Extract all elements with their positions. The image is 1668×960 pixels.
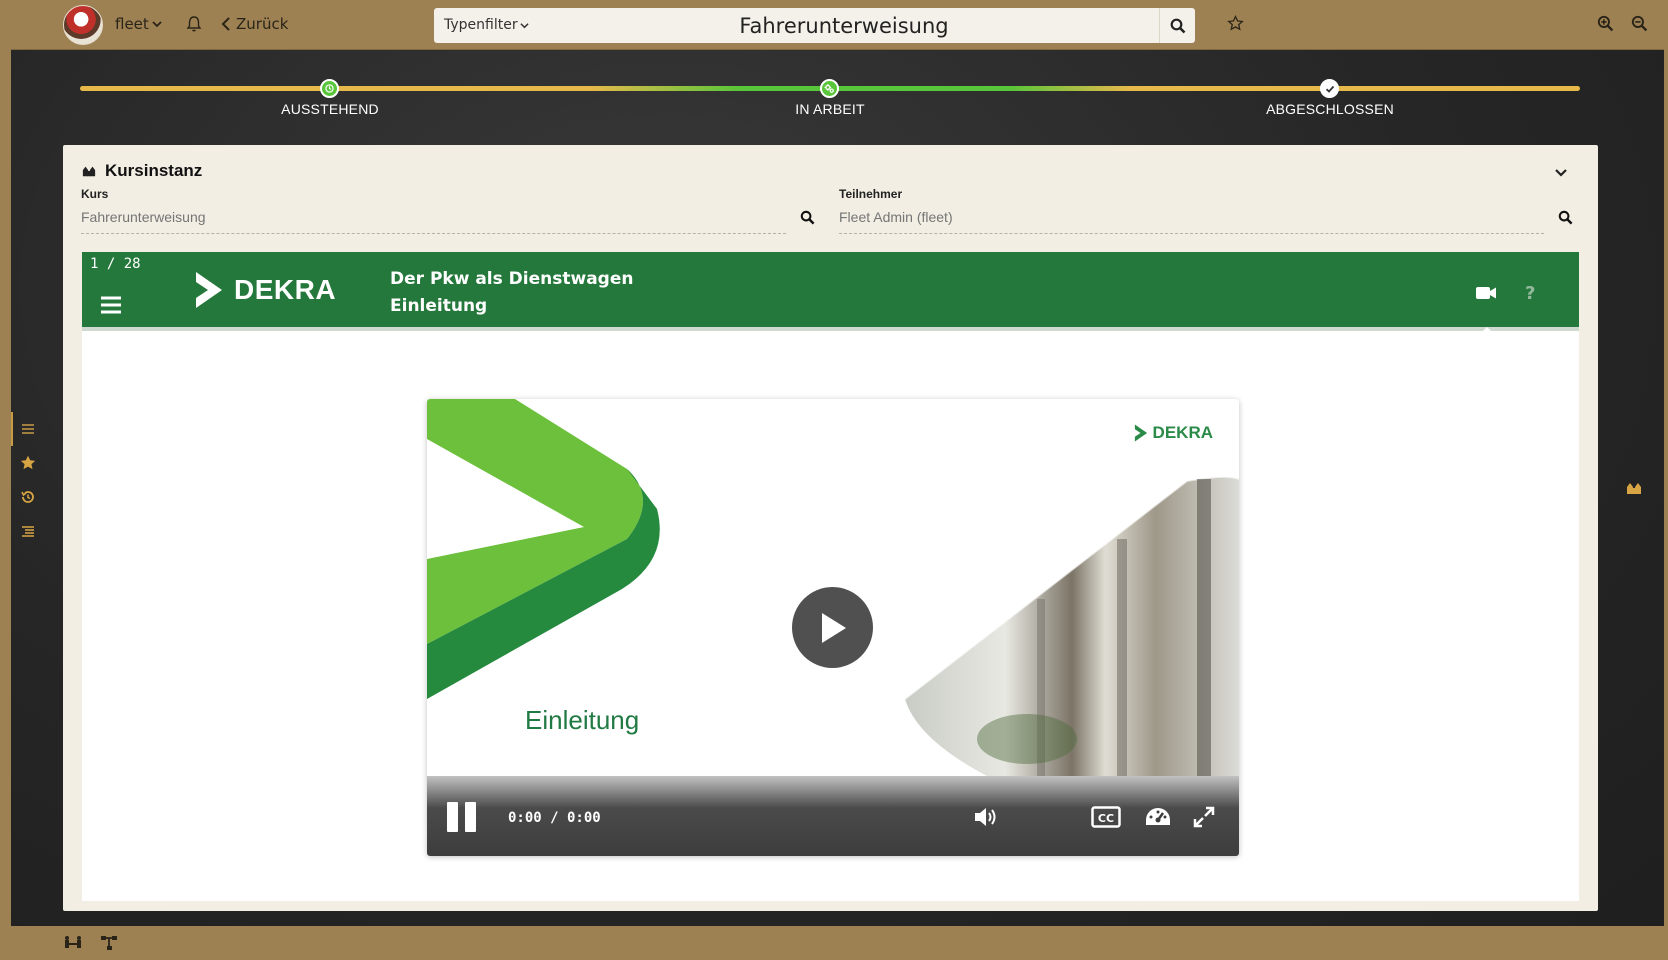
avatar[interactable] xyxy=(63,5,103,45)
video-camera-icon[interactable] xyxy=(1475,285,1497,301)
slide-title-line1: Der Pkw als Dienstwagen xyxy=(390,269,634,289)
active-tab-caret xyxy=(1478,327,1496,336)
search-icon[interactable] xyxy=(800,210,815,225)
volume-icon[interactable] xyxy=(974,806,1000,828)
video-dekra-logo: DEKRA xyxy=(1133,423,1213,443)
dekra-logo: DEKRA xyxy=(192,270,336,310)
play-button[interactable] xyxy=(792,587,873,668)
sitemap-icon[interactable] xyxy=(100,935,118,951)
chevron-down-icon xyxy=(152,21,162,28)
zoom-out-icon[interactable] xyxy=(1631,15,1648,36)
step-label-pending[interactable]: AUSSTEHEND xyxy=(281,101,379,117)
course-field-label: Kurs xyxy=(81,187,109,201)
participant-field xyxy=(839,202,1544,234)
type-filter-dropdown[interactable]: Typenfilter xyxy=(444,17,529,33)
search-input[interactable] xyxy=(534,8,1154,43)
panel-title-text: Kursinstanz xyxy=(105,161,203,180)
user-menu-button[interactable]: fleet xyxy=(115,15,162,33)
slide-counter: 1 / 28 xyxy=(90,256,141,272)
help-button[interactable]: ? xyxy=(1525,283,1535,304)
course-player: 1 / 28 DEKRA Der Pkw als Dienstwagen Ein… xyxy=(82,252,1579,901)
star-icon[interactable] xyxy=(19,454,37,472)
dekra-logo-text: DEKRA xyxy=(234,274,337,305)
course-instance-icon xyxy=(82,166,96,177)
slide-title: Der Pkw als Dienstwagen Einleitung xyxy=(390,266,633,320)
pause-icon[interactable] xyxy=(446,801,478,833)
panel-title: Kursinstanz xyxy=(81,161,202,181)
step-in-progress-dot[interactable] xyxy=(820,79,839,98)
participant-field-label: Teilnehmer xyxy=(839,187,903,201)
chevron-left-icon xyxy=(221,17,230,31)
back-button[interactable]: Zurück xyxy=(221,15,288,33)
time-display: 0:00 / 0:00 xyxy=(508,810,601,826)
list-icon[interactable] xyxy=(19,420,37,438)
video-dekra-text: DEKRA xyxy=(1152,423,1213,442)
type-filter-label: Typenfilter xyxy=(444,17,518,33)
back-label: Zurück xyxy=(236,15,289,33)
step-done-dot[interactable] xyxy=(1320,79,1339,98)
search-button[interactable] xyxy=(1159,8,1195,43)
chevron-down-icon xyxy=(1555,169,1567,177)
dekra-logo-icon xyxy=(1134,424,1147,442)
chevron-down-icon xyxy=(520,22,529,28)
search-icon[interactable] xyxy=(1558,210,1573,225)
slide-title-line2: Einleitung xyxy=(390,296,488,316)
speed-icon[interactable] xyxy=(1144,806,1172,828)
video-controls: 0:00 / 0:00 CC xyxy=(427,776,1239,856)
app-window: fleet Zurück Typenfilter Fahrerunterweis… xyxy=(0,0,1668,960)
closed-captions-icon[interactable]: CC xyxy=(1091,806,1121,828)
course-field xyxy=(81,202,786,234)
user-label: fleet xyxy=(115,15,149,33)
step-pending-dot[interactable] xyxy=(320,79,339,98)
bell-icon[interactable] xyxy=(186,15,202,37)
step-label-in-progress[interactable]: IN ARBEIT xyxy=(795,101,864,117)
global-search: Typenfilter xyxy=(434,8,1195,43)
svg-text:CC: CC xyxy=(1098,812,1114,825)
frame-right-border xyxy=(1664,0,1668,960)
bottom-bar xyxy=(0,926,1668,960)
participant-input[interactable] xyxy=(839,202,1544,232)
outline-list-icon[interactable] xyxy=(19,523,37,541)
course-input[interactable] xyxy=(81,202,786,232)
star-outline-icon[interactable] xyxy=(1227,15,1244,36)
left-nav-active-indicator xyxy=(11,412,13,446)
history-icon[interactable] xyxy=(19,488,37,506)
hamburger-icon[interactable] xyxy=(100,296,122,314)
video-player[interactable]: DEKRA Einleitung 0:00 / 0:00 CC xyxy=(427,399,1239,856)
dekra-logo-icon xyxy=(196,272,222,308)
fullscreen-icon[interactable] xyxy=(1193,806,1215,828)
course-instance-side-icon[interactable] xyxy=(1625,480,1643,500)
cogs-icon xyxy=(824,84,834,93)
player-header: 1 / 28 DEKRA Der Pkw als Dienstwagen Ein… xyxy=(82,252,1579,336)
zoom-in-icon[interactable] xyxy=(1597,15,1614,36)
frame-left-border xyxy=(0,0,11,960)
top-bar: fleet Zurück Typenfilter xyxy=(11,0,1664,50)
clock-icon xyxy=(325,84,334,93)
course-instance-panel: Kursinstanz Kurs Teilnehmer 1 / 28 DEKRA xyxy=(63,145,1598,911)
play-icon xyxy=(821,612,846,643)
step-label-done[interactable]: ABGESCHLOSSEN xyxy=(1266,101,1394,117)
collapse-button[interactable] xyxy=(1554,163,1568,182)
check-icon xyxy=(1325,85,1334,93)
connect-icon[interactable] xyxy=(64,935,82,951)
search-icon xyxy=(1170,18,1185,33)
video-caption: Einleitung xyxy=(525,705,640,735)
